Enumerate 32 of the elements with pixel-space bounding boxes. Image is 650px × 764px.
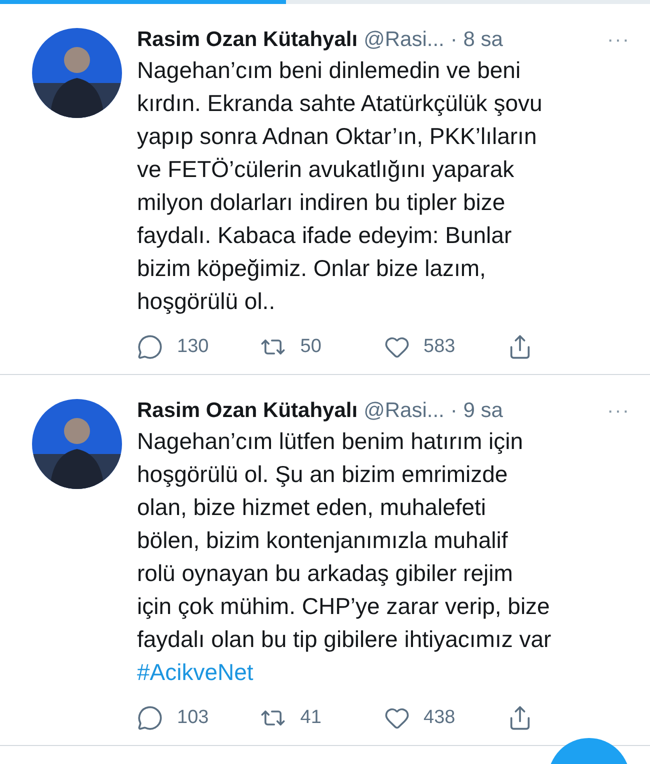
like-count: 438 bbox=[424, 707, 456, 729]
reply-count: 130 bbox=[177, 336, 209, 358]
reply-icon[interactable] bbox=[137, 334, 163, 360]
tweet-text: rolü oynayan bu arkadaş gibiler rejim bbox=[137, 559, 514, 588]
reply-icon[interactable] bbox=[137, 705, 163, 731]
more-button[interactable]: ··· bbox=[607, 29, 630, 52]
tweet-text: için çok mühim. CHP’ye zarar verip, bize bbox=[137, 592, 551, 621]
author-handle: @Rasi... bbox=[364, 399, 444, 423]
author-name: Rasim Ozan Kütahyalı bbox=[137, 28, 358, 52]
tweet-text: kırdın. Ekranda sahte Atatürkçülük şovu bbox=[137, 89, 544, 118]
more-button[interactable]: ··· bbox=[607, 400, 630, 423]
tweet-time: · 9 sa bbox=[450, 399, 503, 423]
reply-count: 103 bbox=[177, 707, 209, 729]
like-count: 583 bbox=[424, 336, 456, 358]
tweet-text: olan, bize hizmet eden, muhalefeti bbox=[137, 493, 488, 522]
hashtag-link[interactable]: #AcikveNet bbox=[137, 656, 254, 689]
tweet-text: ve FETÖ’cülerin avukatlığını yaparak bbox=[137, 155, 516, 184]
retweet-count: 41 bbox=[300, 707, 322, 729]
tweet-text: faydalı. Kabaca ifade edeyim: Bunlar bbox=[137, 221, 513, 250]
tweet-text: Nagehan’cım beni dinlemedin ve beni bbox=[137, 56, 522, 85]
author-handle: @Rasi... bbox=[364, 28, 444, 52]
tweet-text: hoşgörülü ol. Şu an bizim emrimizde bbox=[137, 460, 509, 489]
tweet-text: bizim köpeğimiz. Onlar bize lazım, bbox=[137, 254, 487, 283]
retweet-count: 50 bbox=[300, 336, 322, 358]
tweet-text: faydalı olan bu tip gibilere ihtiyacımız var bbox=[137, 625, 552, 654]
author-name: Rasim Ozan Kütahyalı bbox=[137, 399, 358, 423]
tweet-text: Nagehan’cım lütfen benim hatırım için bbox=[137, 427, 524, 456]
tweet-text: milyon dolarları indiren bu tipler bize bbox=[137, 188, 506, 217]
tweet-text: yapıp sonra Adnan Oktar’ın, PKK’lıların bbox=[137, 122, 538, 151]
tweet-text: hoşgörülü ol.. bbox=[137, 287, 276, 316]
tweet-text: bölen, bizim kontenjanımızla muhalif bbox=[137, 526, 509, 555]
tweet-time: · 8 sa bbox=[450, 28, 503, 52]
